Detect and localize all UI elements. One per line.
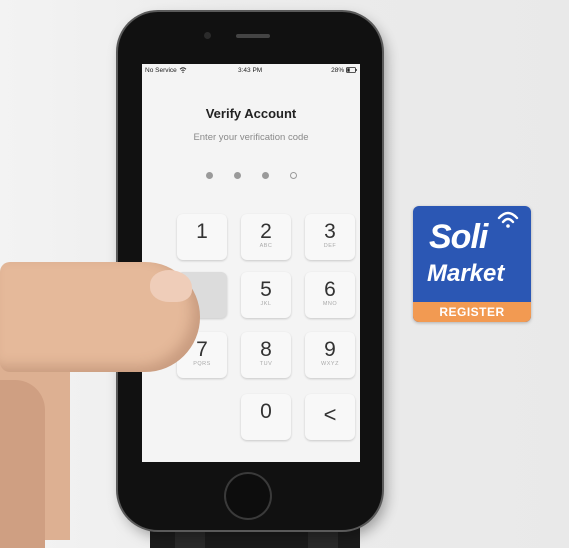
page-title: Verify Account: [205, 106, 297, 121]
key-letters: PQRS: [193, 361, 211, 367]
hand-knuckle: [0, 380, 45, 548]
key-letters: ABC: [259, 243, 273, 249]
key-digit: 0: [260, 400, 272, 423]
key-digit: 6: [324, 278, 336, 301]
finger-tip: [150, 270, 192, 302]
code-dot-empty: [290, 172, 297, 179]
page-subtitle: Enter your verification code: [193, 132, 309, 143]
earpiece-speaker: [236, 34, 270, 38]
battery-indicator: 28%: [331, 67, 357, 74]
logo-word-soli: Soli: [429, 218, 488, 256]
key-digit: 3: [324, 220, 336, 243]
code-dot-filled: [206, 172, 213, 179]
register-badge: REGISTER: [413, 302, 531, 322]
key-letters: DEF: [323, 243, 337, 249]
keypad-key-1[interactable]: 1: [177, 214, 227, 260]
key-digit: 5: [260, 278, 272, 301]
carrier-text: No Service: [145, 67, 177, 74]
keypad-key-8[interactable]: 8 TUV: [241, 332, 291, 378]
clock: 3:43 PM: [238, 67, 263, 74]
phone-screen: No Service 3:43 PM 28% Verify Account En…: [142, 64, 360, 462]
code-dot-filled: [262, 172, 269, 179]
battery-icon: [346, 67, 357, 74]
key-digit: 2: [260, 220, 272, 243]
wifi-icon: [179, 67, 186, 74]
key-letters: MNO: [322, 301, 338, 307]
keypad-key-3[interactable]: 3 DEF: [305, 214, 355, 260]
key-letters: TUV: [259, 361, 273, 367]
carrier-label: No Service: [145, 67, 187, 74]
front-camera: [204, 32, 211, 39]
wifi-signal-icon: [497, 211, 519, 228]
key-digit: 1: [196, 220, 208, 243]
key-digit: 9: [324, 338, 336, 361]
back-chevron-icon: <: [323, 402, 337, 427]
keypad-key-2[interactable]: 2 ABC: [241, 214, 291, 260]
soli-market-logo: Soli Market REGISTER: [413, 206, 531, 322]
keypad-key-0[interactable]: 0: [241, 394, 291, 440]
key-letters: WXYZ: [321, 361, 339, 367]
logo-word-market: Market: [427, 260, 505, 287]
key-digit: 8: [260, 338, 272, 361]
key-letters: JKL: [260, 301, 272, 307]
status-bar: No Service 3:43 PM 28%: [142, 64, 360, 78]
code-dot-filled: [234, 172, 241, 179]
keypad-key-6[interactable]: 6 MNO: [305, 272, 355, 318]
keypad-key-9[interactable]: 9 WXYZ: [305, 332, 355, 378]
home-button[interactable]: [226, 474, 270, 518]
code-progress-dots: [202, 172, 302, 182]
keypad-key-5[interactable]: 5 JKL: [241, 272, 291, 318]
backspace-button[interactable]: <: [305, 394, 355, 440]
battery-percent: 28%: [331, 67, 345, 74]
